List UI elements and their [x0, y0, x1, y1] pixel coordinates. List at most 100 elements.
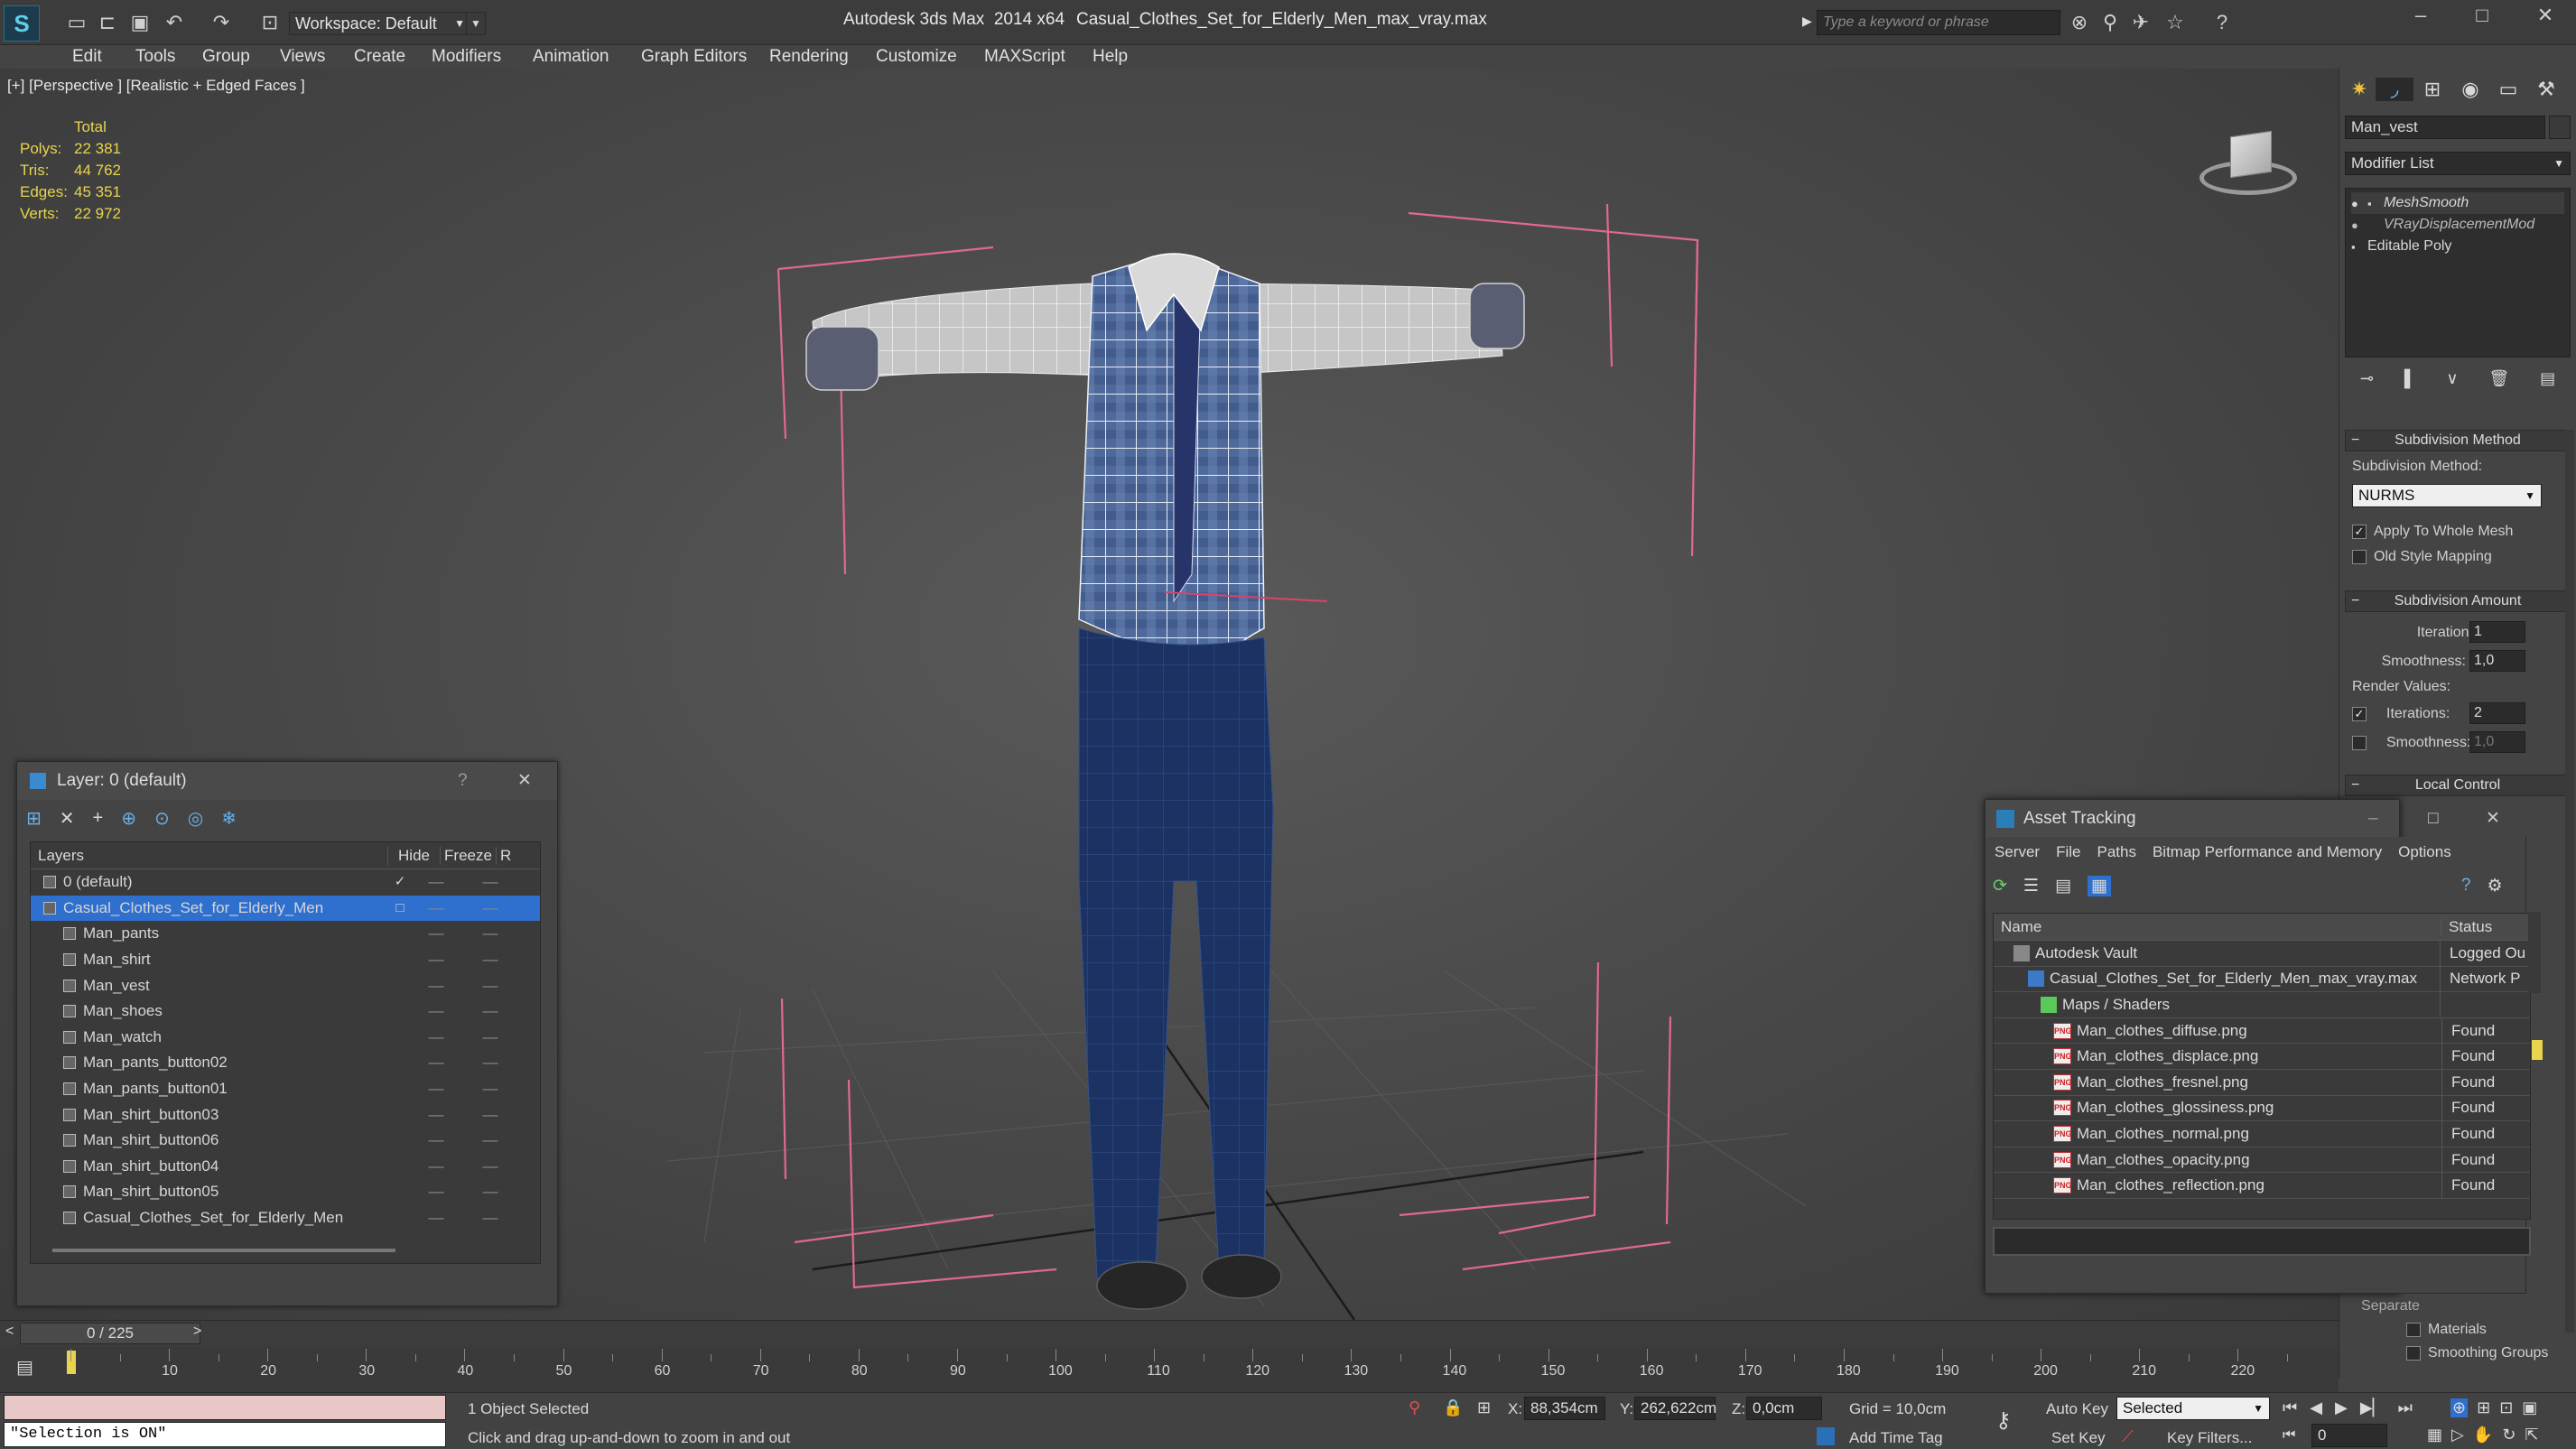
checkbox-icon[interactable]: [2352, 736, 2367, 750]
current-frame-field[interactable]: 0: [2311, 1424, 2387, 1447]
hide-toggle[interactable]: —: [410, 869, 462, 895]
column-header-name[interactable]: Name: [1994, 917, 2441, 936]
freeze-toggle[interactable]: —: [462, 1205, 518, 1231]
layer-row[interactable]: Man_pants_button01 — —: [31, 1076, 540, 1102]
list-view-icon[interactable]: ☰: [2023, 876, 2039, 896]
field-of-view-icon[interactable]: ▷: [2451, 1426, 2464, 1444]
smoothing-groups-checkbox[interactable]: Smoothing Groups: [2406, 1345, 2548, 1361]
local-control-rollout[interactable]: − Local Control: [2345, 775, 2571, 796]
maxscript-listener[interactable]: "Selection is ON": [4, 1422, 446, 1447]
subdivision-method-rollout[interactable]: − Subdivision Method: [2345, 430, 2571, 451]
apply-whole-mesh-checkbox[interactable]: ✓ Apply To Whole Mesh: [2352, 524, 2513, 540]
close-icon[interactable]: ✕: [2534, 4, 2557, 27]
column-header-hide[interactable]: Hide: [388, 846, 441, 865]
object-name-field[interactable]: Man_vest: [2345, 116, 2545, 139]
menu-customize[interactable]: Customize: [876, 45, 957, 69]
subscription-icon[interactable]: ⚲: [2098, 11, 2122, 34]
zoom-icon[interactable]: ⊕: [2450, 1398, 2469, 1417]
workspace-extra-button[interactable]: ▼: [466, 12, 486, 35]
hide-toggle[interactable]: —: [410, 1205, 462, 1231]
workspace-dropdown[interactable]: Workspace: Default ▼: [289, 12, 470, 35]
freeze-all-icon[interactable]: ❄: [221, 807, 237, 830]
hierarchy-tab-icon[interactable]: ⊞: [2413, 78, 2451, 101]
smoothness-spinner[interactable]: 1,0: [2469, 650, 2525, 672]
freeze-toggle[interactable]: —: [462, 869, 518, 895]
pan-view-icon[interactable]: ✋: [2473, 1426, 2493, 1444]
layer-row[interactable]: Man_shirt_button05 — —: [31, 1179, 540, 1205]
save-icon[interactable]: ▣: [128, 11, 152, 34]
asset-menu-server[interactable]: Server: [1995, 843, 2040, 861]
asset-row[interactable]: PNG Man_clothes_reflection.png Found: [1994, 1173, 2530, 1199]
freeze-toggle[interactable]: —: [462, 1128, 518, 1153]
hide-toggle[interactable]: —: [410, 1076, 462, 1101]
zoom-all-icon[interactable]: ⊞: [2477, 1398, 2490, 1417]
time-slider[interactable]: < 0 / 225 >: [0, 1320, 2339, 1347]
hide-toggle[interactable]: —: [410, 1154, 462, 1179]
redo-icon[interactable]: ↷: [209, 11, 233, 34]
menu-create[interactable]: Create: [354, 45, 405, 69]
asset-window-titlebar[interactable]: Asset Tracking – □ ✕: [1985, 800, 2500, 838]
render-iterations-spinner[interactable]: 2: [2469, 702, 2525, 724]
menu-edit[interactable]: Edit: [72, 45, 102, 69]
layer-row[interactable]: Casual_Clothes_Set_for_Elderly_Men — —: [31, 1205, 540, 1231]
binoculars-icon[interactable]: ⊗: [2068, 11, 2091, 34]
command-panel-scrollbar[interactable]: [2565, 430, 2574, 1333]
layer-list-hscrollbar[interactable]: [52, 1249, 395, 1252]
lightbulb-icon[interactable]: ●: [2351, 218, 2367, 232]
freeze-toggle[interactable]: —: [462, 1050, 518, 1075]
close-icon[interactable]: ✕: [2486, 800, 2500, 838]
utilities-tab-icon[interactable]: ⚒: [2527, 78, 2565, 101]
zoom-extents-all-icon[interactable]: ▣: [2522, 1398, 2537, 1417]
menu-modifiers[interactable]: Modifiers: [432, 45, 501, 69]
favorites-star-icon[interactable]: ☆: [2163, 11, 2187, 34]
absolute-mode-icon[interactable]: ⊞: [1477, 1398, 1491, 1417]
freeze-toggle[interactable]: —: [462, 921, 518, 946]
tree-view-icon[interactable]: ▤: [2055, 876, 2071, 896]
render-smoothness-spinner[interactable]: 1,0: [2469, 731, 2525, 753]
project-folder-icon[interactable]: ⊡: [258, 11, 282, 34]
layer-row[interactable]: Man_shoes — —: [31, 999, 540, 1025]
asset-menu-bitmap[interactable]: Bitmap Performance and Memory: [2153, 843, 2382, 861]
help-button[interactable]: ?: [458, 762, 468, 800]
delete-layer-icon[interactable]: ✕: [60, 807, 75, 830]
column-header-status[interactable]: Status: [2441, 918, 2492, 936]
asset-row[interactable]: PNG Man_clothes_opacity.png Found: [1994, 1147, 2530, 1174]
add-to-layer-icon[interactable]: +: [93, 808, 104, 829]
old-style-mapping-checkbox[interactable]: Old Style Mapping: [2352, 549, 2492, 565]
layer-row[interactable]: 0 (default) ✓ — —: [31, 869, 540, 896]
layer-row[interactable]: Man_pants_button02 — —: [31, 1050, 540, 1076]
menu-group[interactable]: Group: [202, 45, 250, 69]
hide-toggle[interactable]: —: [410, 1102, 462, 1128]
hide-all-icon[interactable]: ◎: [188, 807, 203, 830]
go-to-start-icon[interactable]: ⏮: [2283, 1398, 2297, 1417]
hide-toggle[interactable]: —: [410, 973, 462, 999]
modifier-list-dropdown[interactable]: Modifier List ▼: [2345, 152, 2571, 175]
layer-row[interactable]: Man_pants — —: [31, 921, 540, 947]
checkbox-icon[interactable]: [2406, 1346, 2421, 1361]
asset-row[interactable]: Casual_Clothes_Set_for_Elderly_Men_max_v…: [1994, 966, 2530, 993]
layer-window-titlebar[interactable]: Layer: 0 (default) ? ✕: [17, 762, 557, 800]
freeze-toggle[interactable]: —: [462, 947, 518, 972]
current-layer-box-icon[interactable]: □: [390, 896, 410, 921]
menu-animation[interactable]: Animation: [533, 45, 609, 69]
freeze-toggle[interactable]: —: [462, 1102, 518, 1128]
x-coordinate-field[interactable]: 88,354cm: [1524, 1397, 1605, 1420]
selection-lock-icon[interactable]: 🔒: [1443, 1398, 1463, 1417]
make-unique-icon[interactable]: ∨: [2446, 369, 2458, 388]
help-icon[interactable]: ?: [2461, 876, 2471, 896]
key-filters-icon[interactable]: ⟋: [2122, 1427, 2134, 1446]
subdiv-method-dropdown[interactable]: NURMS ▼: [2352, 484, 2542, 507]
help-icon[interactable]: ?: [2210, 11, 2234, 34]
open-file-icon[interactable]: ⊏: [96, 11, 119, 34]
modify-tab-icon[interactable]: ◞: [2376, 78, 2413, 101]
viewcube[interactable]: [2199, 123, 2299, 204]
key-filters-button[interactable]: Key Filters...: [2167, 1429, 2252, 1447]
maximize-icon[interactable]: □: [2428, 800, 2438, 838]
materials-checkbox[interactable]: Materials: [2406, 1322, 2487, 1338]
asset-row[interactable]: PNG Man_clothes_displace.png Found: [1994, 1044, 2530, 1070]
minimize-icon[interactable]: –: [2368, 800, 2378, 838]
settings-icon[interactable]: ⚙: [2487, 876, 2502, 896]
maximize-viewport-icon[interactable]: ⇱: [2525, 1426, 2538, 1444]
prev-frame-icon[interactable]: <: [5, 1324, 14, 1340]
menu-rendering[interactable]: Rendering: [769, 45, 849, 69]
